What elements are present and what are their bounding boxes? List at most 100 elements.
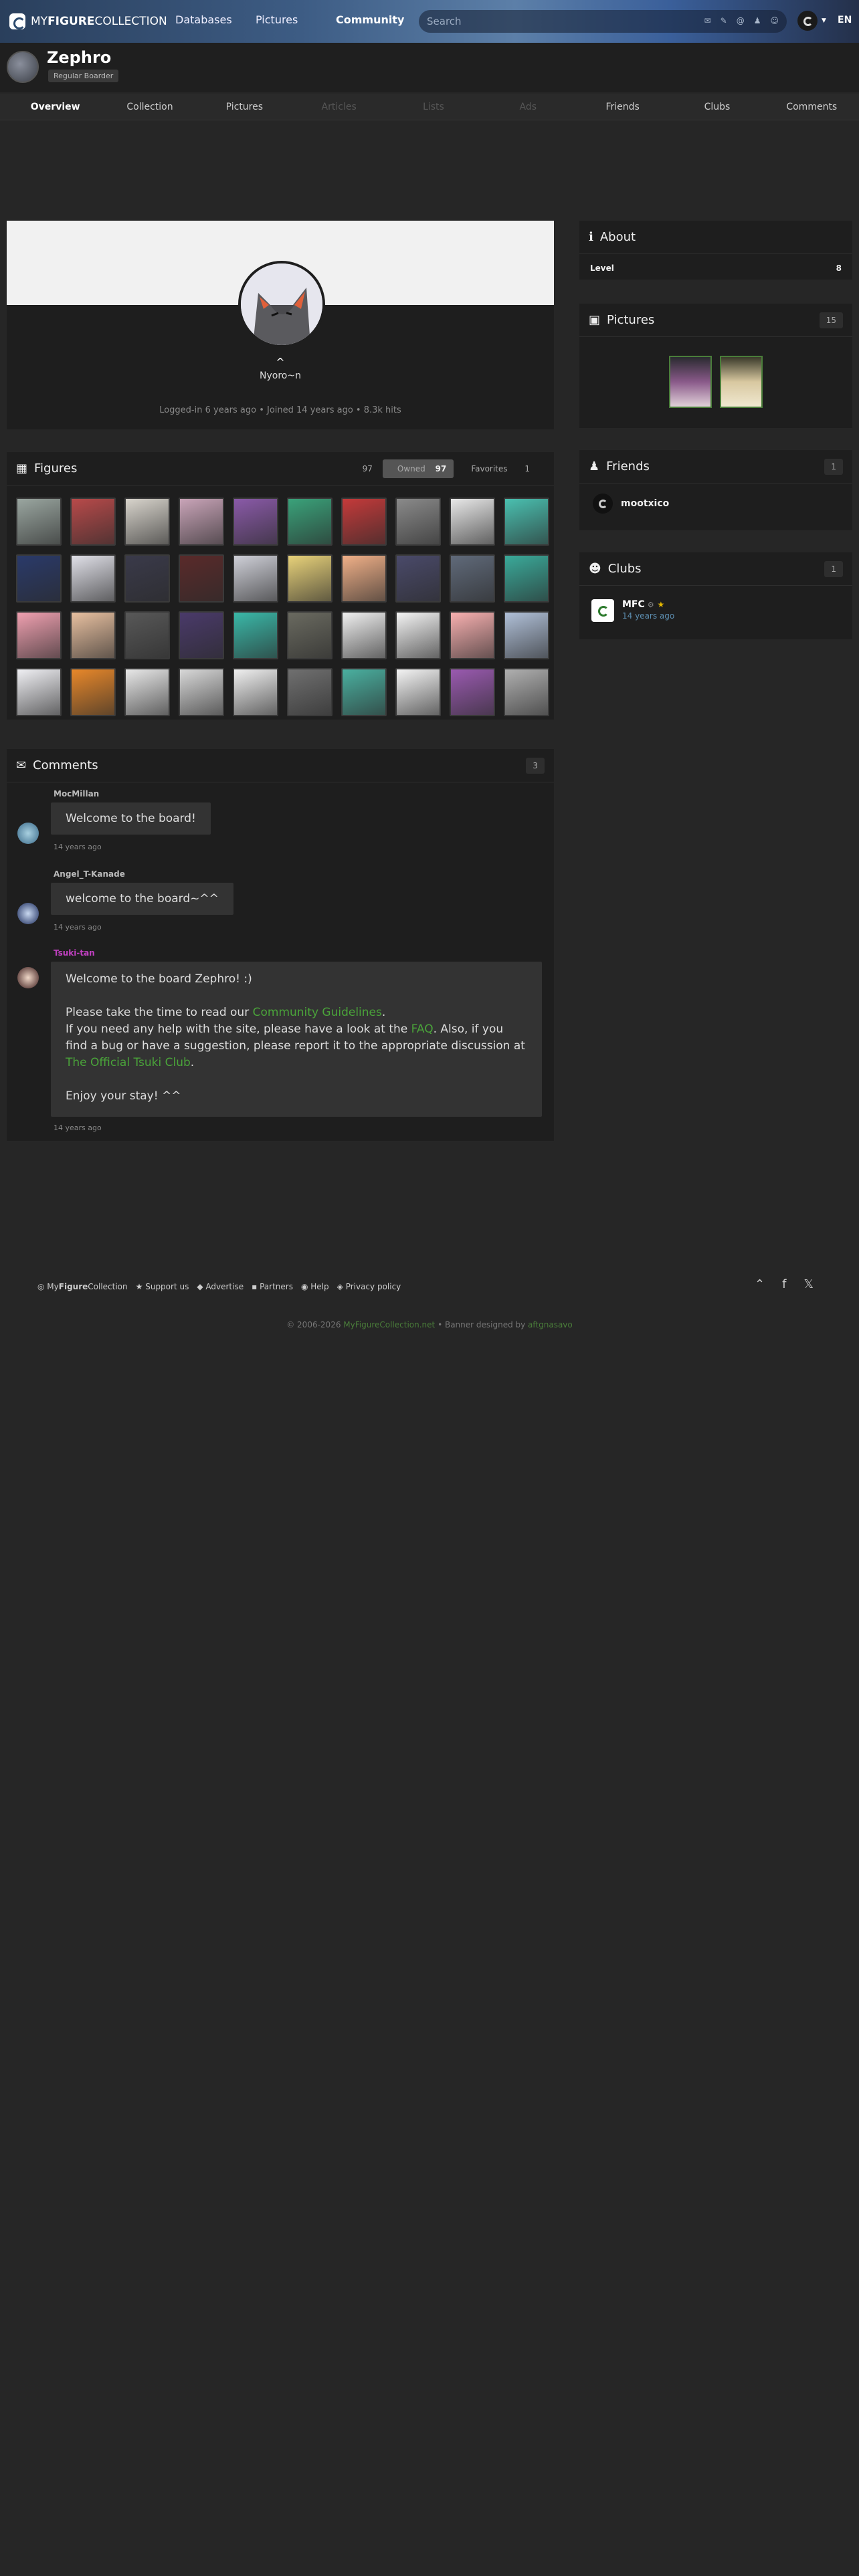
figure-thumb[interactable] bbox=[287, 668, 332, 716]
nav-community[interactable]: Community bbox=[336, 13, 416, 26]
figure-thumb[interactable] bbox=[124, 668, 170, 716]
tab-collection[interactable]: Collection bbox=[102, 94, 197, 120]
figure-thumb[interactable] bbox=[450, 611, 495, 659]
figure-thumb[interactable] bbox=[16, 554, 62, 603]
scroll-top-icon[interactable]: ⌃ bbox=[755, 1277, 765, 1291]
comments-title[interactable]: Comments bbox=[33, 758, 98, 772]
tab-comments[interactable]: Comments bbox=[765, 94, 859, 120]
tab-friends[interactable]: Friends bbox=[575, 94, 670, 120]
footer-help[interactable]: ◉ Help bbox=[301, 1282, 329, 1291]
filter-favorites[interactable]: Favorites 1 bbox=[456, 459, 545, 478]
figure-thumb[interactable] bbox=[124, 498, 170, 546]
footer-partners[interactable]: ▪ Partners bbox=[252, 1282, 293, 1291]
comment-avatar[interactable] bbox=[17, 823, 39, 844]
figure-thumb[interactable] bbox=[179, 554, 224, 603]
user-avatar[interactable] bbox=[797, 11, 818, 31]
figure-thumb[interactable] bbox=[395, 668, 441, 716]
footer-logo[interactable]: ◎ MyFigureCollection bbox=[37, 1282, 128, 1291]
figure-thumb[interactable] bbox=[504, 554, 549, 603]
figure-thumb[interactable] bbox=[179, 668, 224, 716]
figure-thumb[interactable] bbox=[287, 498, 332, 546]
figure-thumb[interactable] bbox=[16, 668, 62, 716]
profile-avatar[interactable] bbox=[7, 51, 39, 83]
figure-thumb[interactable] bbox=[233, 498, 278, 546]
friend-item[interactable]: mootxico bbox=[579, 484, 852, 524]
friends-title[interactable]: Friends bbox=[606, 459, 650, 473]
figure-thumb[interactable] bbox=[70, 498, 116, 546]
figure-thumb[interactable] bbox=[341, 554, 387, 603]
tsuki-club-link[interactable]: The Official Tsuki Club bbox=[66, 1056, 191, 1069]
x-icon[interactable]: 𝕏 bbox=[803, 1277, 814, 1291]
figure-thumb[interactable] bbox=[395, 498, 441, 546]
pencil-icon[interactable]: ✎ bbox=[721, 16, 727, 25]
comment-avatar[interactable] bbox=[17, 903, 39, 924]
figure-thumb[interactable] bbox=[341, 611, 387, 659]
footer-privacy[interactable]: ◈ Privacy policy bbox=[337, 1282, 401, 1291]
users-icon[interactable]: ☺ bbox=[770, 16, 779, 25]
figure-thumb[interactable] bbox=[395, 554, 441, 603]
profile-name[interactable]: Zephro bbox=[47, 48, 111, 67]
figures-title[interactable]: Figures bbox=[34, 461, 77, 475]
figure-thumb[interactable] bbox=[70, 611, 116, 659]
comment-user[interactable]: Tsuki-tan bbox=[54, 948, 95, 958]
figure-thumb[interactable] bbox=[341, 498, 387, 546]
figure-thumb[interactable] bbox=[124, 611, 170, 659]
figure-thumb[interactable] bbox=[287, 611, 332, 659]
tab-clubs[interactable]: Clubs bbox=[670, 94, 764, 120]
friend-name[interactable]: mootxico bbox=[621, 498, 669, 509]
filter-owned[interactable]: Owned 97 bbox=[382, 459, 454, 478]
figure-thumb[interactable] bbox=[179, 611, 224, 659]
figure-thumb[interactable] bbox=[504, 498, 549, 546]
friend-avatar[interactable] bbox=[593, 494, 613, 514]
user-icon[interactable]: ♟ bbox=[754, 16, 761, 25]
footer-support[interactable]: ★ Support us bbox=[136, 1282, 189, 1291]
search-input[interactable] bbox=[427, 14, 681, 29]
figure-thumb[interactable] bbox=[341, 668, 387, 716]
footer-advertise[interactable]: ◆ Advertise bbox=[197, 1282, 244, 1291]
user-menu[interactable]: ▼ bbox=[797, 11, 826, 31]
figure-thumb[interactable] bbox=[16, 611, 62, 659]
figure-thumb[interactable] bbox=[124, 554, 170, 603]
chevron-down-icon[interactable]: ▼ bbox=[822, 17, 826, 24]
clubs-title[interactable]: Clubs bbox=[608, 562, 642, 576]
picture-thumb[interactable] bbox=[720, 356, 763, 408]
facebook-icon[interactable]: f bbox=[782, 1277, 786, 1291]
nav-pictures[interactable]: Pictures bbox=[256, 13, 336, 26]
mail-icon[interactable]: ✉ bbox=[704, 16, 711, 25]
picture-thumb[interactable] bbox=[669, 356, 712, 408]
club-name[interactable]: MFC bbox=[622, 599, 645, 610]
club-item[interactable]: MFC ⚙ ★ 14 years ago bbox=[579, 586, 852, 635]
figure-thumb[interactable] bbox=[233, 611, 278, 659]
comment-user[interactable]: Angel_T-Kanade bbox=[54, 869, 125, 879]
site-link[interactable]: MyFigureCollection.net bbox=[343, 1320, 435, 1329]
figure-thumb[interactable] bbox=[395, 611, 441, 659]
user-icon: ♟ bbox=[589, 459, 600, 473]
figure-thumb[interactable] bbox=[70, 554, 116, 603]
figure-thumb[interactable] bbox=[16, 498, 62, 546]
tab-articles: Articles bbox=[321, 102, 357, 112]
nav-databases[interactable]: Databases bbox=[175, 13, 256, 26]
figure-thumb[interactable] bbox=[287, 554, 332, 603]
tab-overview[interactable]: Overview bbox=[8, 94, 102, 120]
filter-all[interactable]: 97 bbox=[355, 459, 380, 478]
figure-thumb[interactable] bbox=[233, 668, 278, 716]
figure-thumb[interactable] bbox=[179, 498, 224, 546]
club-avatar[interactable] bbox=[591, 599, 614, 622]
figure-thumb[interactable] bbox=[504, 611, 549, 659]
language-selector[interactable]: EN bbox=[838, 15, 852, 25]
comment-user[interactable]: MocMillan bbox=[54, 789, 99, 798]
pictures-panel: ▣ Pictures 15 bbox=[579, 304, 852, 428]
site-logo[interactable]: MYFIGURECOLLECTION bbox=[9, 13, 167, 30]
figure-thumb[interactable] bbox=[450, 498, 495, 546]
figure-thumb[interactable] bbox=[450, 554, 495, 603]
guidelines-link[interactable]: Community Guidelines bbox=[253, 1006, 382, 1019]
designer-link[interactable]: aftgnasavo bbox=[528, 1320, 573, 1329]
figure-thumb[interactable] bbox=[450, 668, 495, 716]
at-icon[interactable]: @ bbox=[737, 16, 745, 25]
figure-thumb[interactable] bbox=[504, 668, 549, 716]
faq-link[interactable]: FAQ bbox=[411, 1023, 434, 1036]
comment-avatar[interactable] bbox=[17, 967, 39, 988]
figure-thumb[interactable] bbox=[233, 554, 278, 603]
tab-pictures[interactable]: Pictures bbox=[197, 94, 292, 120]
figure-thumb[interactable] bbox=[70, 668, 116, 716]
